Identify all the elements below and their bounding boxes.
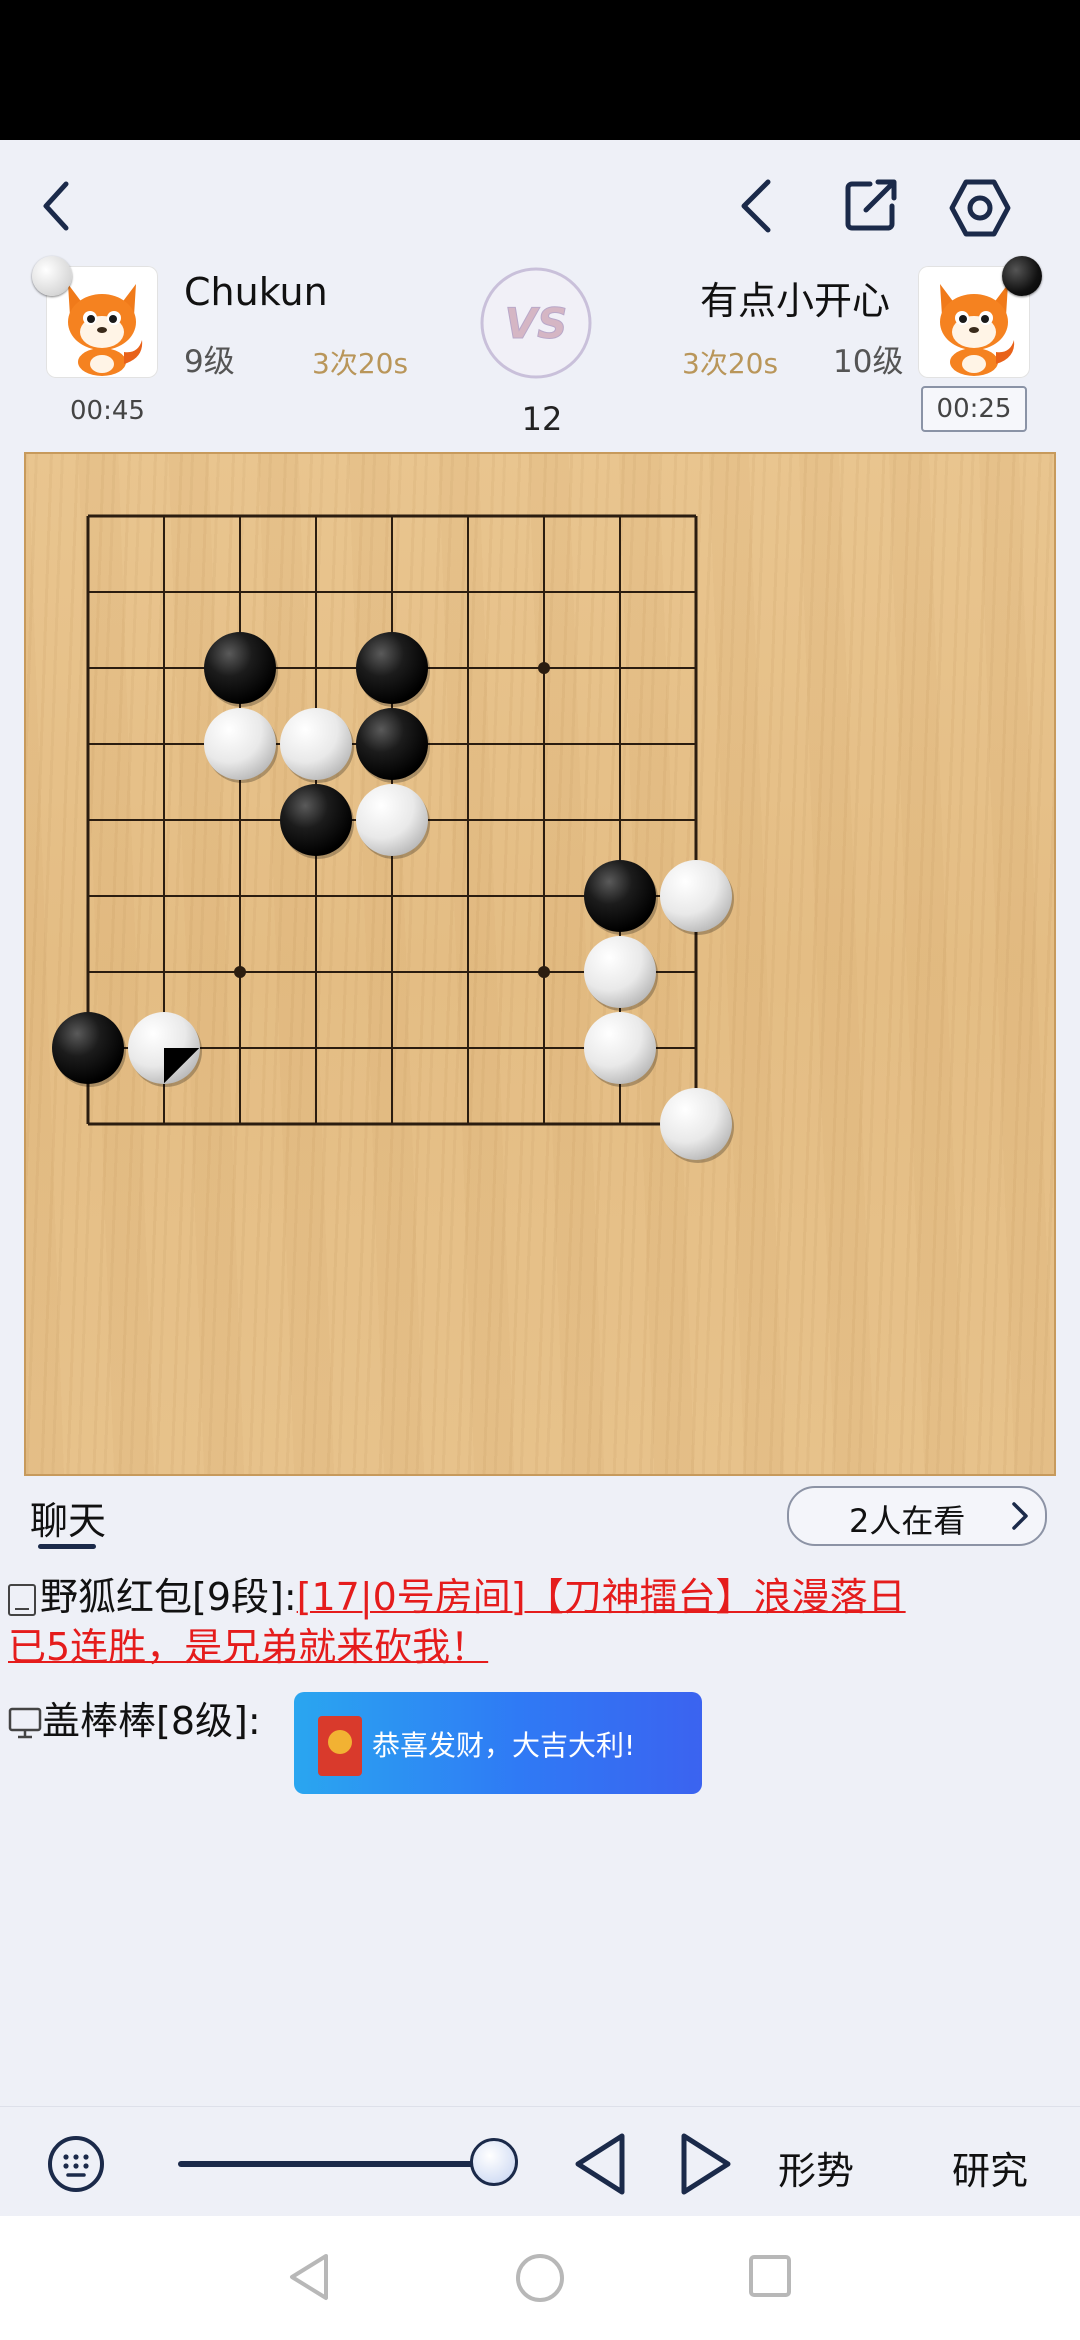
- black-stone: [52, 1012, 126, 1087]
- player-rank: 10级: [833, 344, 904, 380]
- triangle-back-icon: [290, 2254, 328, 2300]
- black-stone-indicator: [1002, 256, 1042, 296]
- circle-home-icon: [516, 2254, 564, 2302]
- black-stone: [356, 632, 430, 707]
- system-back-button[interactable]: [284, 2250, 334, 2304]
- white-stone: [660, 860, 734, 935]
- star-point: [538, 662, 550, 674]
- vs-text: VS: [505, 299, 568, 348]
- board-grid: [52, 514, 734, 1163]
- next-move-button[interactable]: [674, 2130, 736, 2198]
- chat-message: 野狐红包[9段]:[17|0号房间]【刀神擂台】浪漫落日已5连胜，是兄弟就来砍我…: [8, 1572, 908, 1672]
- situation-button[interactable]: 形势: [778, 2140, 854, 2195]
- watchers-button[interactable]: 2人在看: [787, 1486, 1047, 1546]
- byoyomi-info: 3次20s: [312, 347, 409, 380]
- player-name[interactable]: 有点小开心: [700, 270, 890, 325]
- red-packet-message[interactable]: 恭喜发财，大吉大利!: [294, 1692, 702, 1794]
- vs-badge: VS: [479, 266, 593, 380]
- share-button[interactable]: [842, 176, 900, 234]
- byoyomi-info: 3次20s: [682, 347, 779, 380]
- bottom-toolbar: [0, 2106, 1080, 2217]
- move-slider-thumb[interactable]: [470, 2138, 518, 2186]
- red-envelope-icon: [318, 1716, 362, 1776]
- black-stone: [356, 708, 430, 783]
- chat-sender: 盖棒棒[8级]:: [42, 1699, 261, 1743]
- triangle-left-icon: [575, 2133, 625, 2195]
- black-stone: [584, 860, 658, 935]
- study-button[interactable]: 研究: [952, 2140, 1028, 2195]
- player-clock: 00:25: [921, 386, 1027, 432]
- red-packet-text: 恭喜发财，大吉大利!: [372, 1729, 636, 1762]
- keyboard-icon: [48, 2136, 104, 2192]
- chat-sender: 野狐红包[9段]:: [40, 1575, 297, 1619]
- watchers-count: 2人在看: [849, 1502, 966, 1540]
- status-bar: [0, 0, 1080, 140]
- settings-button[interactable]: [948, 176, 1012, 240]
- go-board[interactable]: [24, 452, 1056, 1476]
- previous-move-button[interactable]: [570, 2130, 632, 2198]
- undo-button[interactable]: [736, 176, 780, 236]
- tab-chat[interactable]: 聊天: [30, 1490, 106, 1545]
- white-stone: [584, 1012, 658, 1087]
- system-home-button[interactable]: [514, 2252, 566, 2304]
- keyboard-button[interactable]: [46, 2134, 106, 2194]
- white-stone-indicator: [32, 256, 72, 296]
- star-point: [234, 966, 246, 978]
- player-clock: 00:45: [70, 396, 145, 426]
- gear-icon: [949, 179, 1011, 237]
- back-button[interactable]: [36, 176, 80, 236]
- white-stone: [204, 708, 278, 783]
- chevron-right-icon: [1012, 1502, 1028, 1530]
- system-recent-button[interactable]: [746, 2252, 794, 2300]
- player-name[interactable]: Chukun: [184, 270, 328, 314]
- share-icon: [845, 179, 897, 231]
- chevron-left-icon: [741, 179, 771, 233]
- desktop-device-icon: [8, 1707, 42, 1739]
- triangle-right-icon: [681, 2133, 731, 2195]
- black-stone: [204, 632, 278, 707]
- chevron-left-icon: [43, 181, 69, 231]
- white-stone: [660, 1088, 734, 1163]
- black-stone: [280, 784, 354, 859]
- mobile-device-icon: [8, 1584, 36, 1616]
- player-rank: 9级: [184, 344, 235, 380]
- white-stone: [128, 1012, 202, 1087]
- move-number: 12: [521, 400, 563, 438]
- tab-underline: [38, 1544, 96, 1549]
- move-slider-track[interactable]: [178, 2161, 496, 2167]
- white-stone: [584, 936, 658, 1011]
- square-recents-icon: [749, 2255, 791, 2297]
- star-point: [538, 966, 550, 978]
- chat-message: 盖棒棒[8级]:: [8, 1696, 261, 1746]
- white-stone: [280, 708, 354, 783]
- white-stone: [356, 784, 430, 859]
